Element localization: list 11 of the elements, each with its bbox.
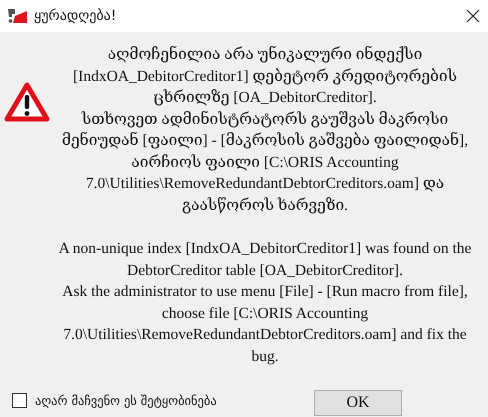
message-text: სთხოვეთ ადმინისტრატორს გაუშვას მაკროსი მენიუდან [ფაილი] - [მაკროსის გაშვება ფაილიდან], აირჩიოს ფაილი [C:\ORIS Accounting 7.0\Utilities\RemoveRedundantDebtorCreditors.oam] და გაასწოროს ხარვეზი. [60,110,470,216]
close-icon[interactable] [466,9,480,23]
message-text: აღმოჩენილია არა უნიკალური ინდექსი [IndxOA_DebitorCreditor1] დებეტორ კრედიტორების ცხრილზე [OA_DebitorCreditor]. [72,45,458,108]
window-title: ყურადღება! [34,8,116,24]
ok-button[interactable]: OK [314,390,402,416]
app-icon [6,7,28,25]
message-text: A non-unique index [IndxOA_DebitorCreditor1] was found on the DebtorCreditor table [OA_DebitorCreditor]. [58,239,472,280]
message-text: Ask the administrator to use menu [File] - [Run macro from file], choose file [C:\ORIS Accounting 7.0\Utilities\RemoveRedundantDebtorCreditors.oam] and fix the bug. [61,282,469,366]
checkbox[interactable] [12,392,27,408]
checkbox-label[interactable]: აღარ მაჩვენო ეს შეტყობინება [35,392,217,408]
warning-icon [4,82,50,122]
